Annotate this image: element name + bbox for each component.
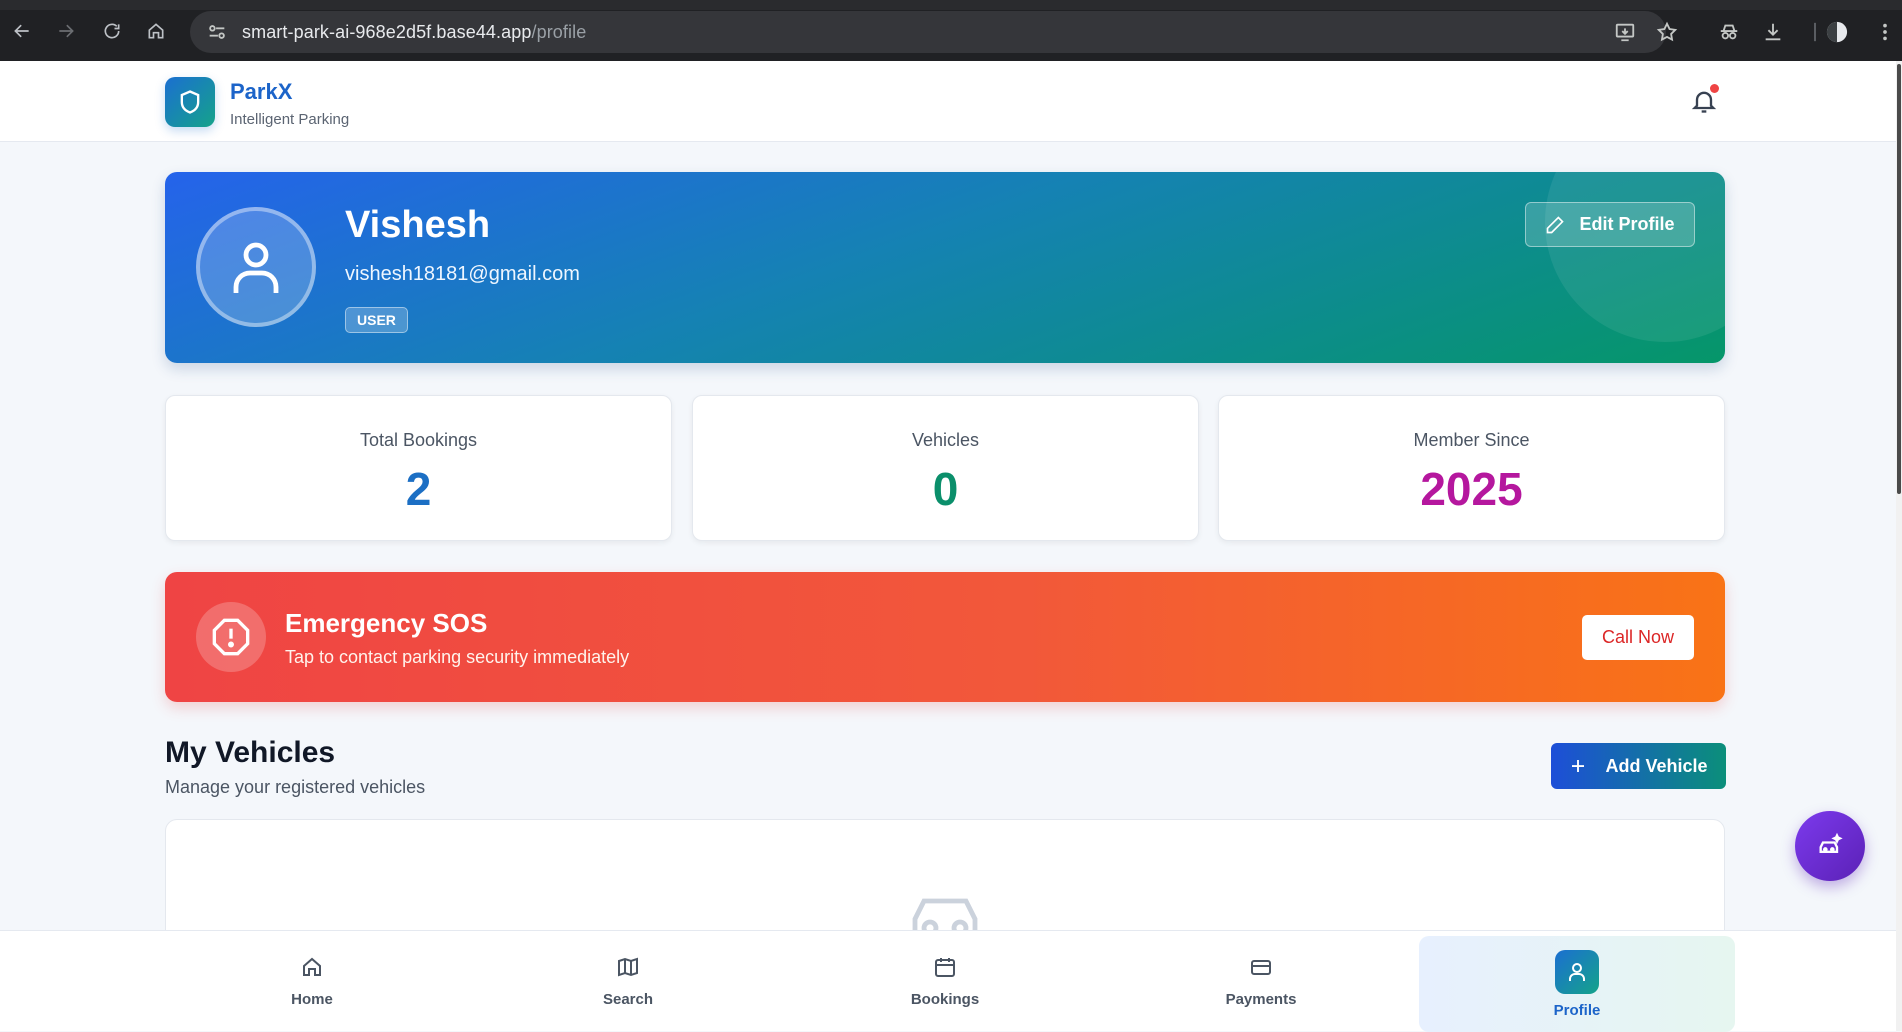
profile-avatar[interactable] <box>1826 11 1848 53</box>
app-header: ParkX Intelligent Parking <box>0 61 1896 142</box>
decorative-circle <box>1545 172 1725 342</box>
notification-dot <box>1710 84 1719 93</box>
arrow-right-icon <box>59 24 74 38</box>
stat-value: 0 <box>932 463 959 515</box>
bottom-navigation: Home Search Bookings Payments Profile <box>0 930 1896 1032</box>
download-icon[interactable] <box>1762 11 1784 53</box>
address-bar[interactable]: smart-park-ai-968e2d5f.base44.app/profil… <box>190 11 1666 53</box>
nav-label: Profile <box>1553 1001 1601 1019</box>
stat-label: Total Bookings <box>359 430 478 450</box>
user-icon <box>1569 962 1585 981</box>
url-text: smart-park-ai-968e2d5f.base44.app/profil… <box>242 22 586 43</box>
stat-label: Member Since <box>1413 430 1530 450</box>
edit-profile-label: Edit Profile <box>1579 214 1675 234</box>
arrow-left-icon <box>14 24 29 38</box>
sos-title: Emergency SOS <box>285 608 488 638</box>
stat-card-total-bookings: Total Bookings 2 <box>165 395 672 541</box>
account-circle-icon <box>1826 21 1848 43</box>
sos-subtitle: Tap to contact parking security immediat… <box>285 647 630 667</box>
reload-icon <box>104 23 120 39</box>
toolbar-divider <box>1804 11 1826 53</box>
logo[interactable] <box>165 77 215 127</box>
vehicles-section-subtitle: Manage your registered vehicles <box>165 777 426 797</box>
scrollbar-thumb[interactable] <box>1897 64 1901 494</box>
profile-card: Vishesh vishesh18181@gmail.com USER Edit… <box>165 172 1725 363</box>
credit-card-icon <box>1251 960 1271 975</box>
nav-label: Bookings <box>910 991 980 1008</box>
browser-chrome: smart-park-ai-968e2d5f.base44.app/profil… <box>0 0 1902 61</box>
nav-item-bookings[interactable]: Bookings <box>787 931 1103 1032</box>
plus-icon <box>1572 760 1585 772</box>
add-vehicle-button[interactable]: Add Vehicle <box>1551 743 1726 789</box>
back-button[interactable] <box>8 17 36 45</box>
emergency-sos-card[interactable]: Emergency SOS Tap to contact parking sec… <box>165 572 1725 702</box>
site-settings-icon[interactable] <box>206 21 228 43</box>
nav-item-home[interactable]: Home <box>154 931 470 1032</box>
install-app-icon[interactable] <box>1614 11 1636 53</box>
forward-button[interactable] <box>52 17 80 45</box>
avatar <box>196 207 316 327</box>
bookmark-star-icon[interactable] <box>1656 11 1678 53</box>
incognito-icon[interactable] <box>1718 11 1740 53</box>
home-page-button[interactable] <box>142 17 170 45</box>
edit-profile-button[interactable]: Edit Profile <box>1525 202 1695 247</box>
map-icon <box>618 957 638 977</box>
calendar-icon <box>935 958 955 977</box>
brand-tagline: Intelligent Parking <box>230 111 350 128</box>
stat-card-member-since: Member Since 2025 <box>1218 395 1725 541</box>
call-now-button[interactable]: Call Now <box>1582 615 1694 660</box>
user-icon <box>233 242 279 293</box>
ai-assistant-button[interactable] <box>1795 811 1865 881</box>
sos-icon-wrap <box>196 602 266 672</box>
nav-label: Home <box>291 991 333 1008</box>
nav-label: Payments <box>1225 991 1297 1008</box>
nav-item-search[interactable]: Search <box>470 931 786 1032</box>
stat-value: 2025 <box>1420 463 1523 515</box>
add-vehicle-label: Add Vehicle <box>1605 755 1708 776</box>
profile-icon-box <box>1555 949 1599 994</box>
nav-item-profile[interactable]: Profile <box>1419 936 1735 1032</box>
reload-button[interactable] <box>98 17 126 45</box>
alert-octagon-icon <box>212 618 250 656</box>
user-name: Vishesh <box>345 204 491 246</box>
stat-label: Vehicles <box>911 430 980 450</box>
brand-name: ParkX <box>230 79 293 104</box>
nav-item-payments[interactable]: Payments <box>1103 931 1419 1032</box>
house-icon <box>148 23 164 39</box>
pencil-icon <box>1547 215 1565 233</box>
sparkle-car-icon <box>1819 832 1843 853</box>
role-badge: USER <box>345 307 408 333</box>
tab-strip <box>0 0 1902 10</box>
stat-value: 2 <box>405 463 432 515</box>
user-email: vishesh18181@gmail.com <box>345 263 580 285</box>
menu-kebab-icon[interactable] <box>1874 11 1896 53</box>
stat-card-vehicles: Vehicles 0 <box>692 395 1199 541</box>
url-host: smart-park-ai-968e2d5f.base44.app <box>242 21 532 42</box>
url-path: /profile <box>531 21 587 42</box>
nav-label: Search <box>602 991 654 1008</box>
home-icon <box>303 957 321 976</box>
vehicles-section-title: My Vehicles <box>165 736 336 769</box>
shield-icon <box>180 90 200 114</box>
